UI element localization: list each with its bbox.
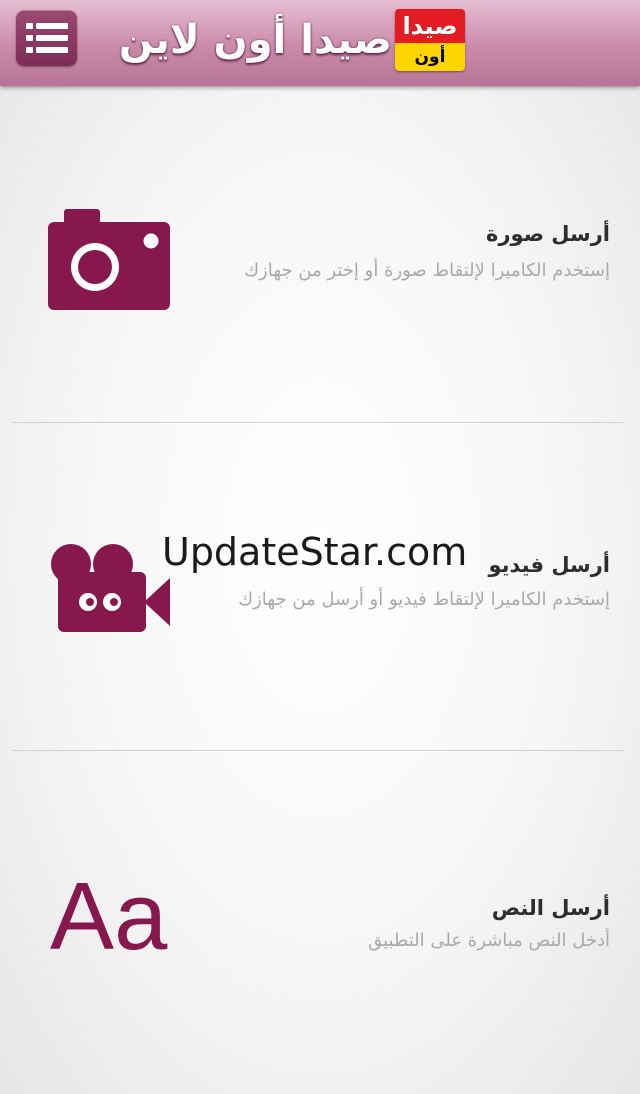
divider [12,750,624,751]
text-icon: Aa [50,863,168,970]
send-video-description: إستخدم الكاميرا لإلتقاط فيديو أو أرسل من… [238,589,610,610]
send-text-title: أرسل النص [491,896,610,920]
app-title: صيدا أون لاين [118,17,392,63]
watermark-text: UpdateStar.com [162,530,468,574]
send-photo-title: أرسل صورة [486,222,610,246]
send-photo-description: إستخدم الكاميرا لإلتقاط صورة أو إختر من … [244,260,610,281]
send-text-description: أدخل النص مباشرة على التطبيق [368,930,610,951]
send-video-title: أرسل فيديو [488,553,611,577]
menu-list-icon [26,23,68,53]
video-camera-icon [51,544,170,632]
app-header: صيدا أون لاين صيدا أون لاين [0,0,640,86]
app-logo: صيدا أون لاين [395,9,465,71]
divider [12,422,624,423]
logo-bottom-text: أون لاين [395,43,465,71]
menu-button[interactable] [16,10,77,66]
camera-icon [48,209,170,310]
logo-top-text: صيدا [395,9,465,43]
